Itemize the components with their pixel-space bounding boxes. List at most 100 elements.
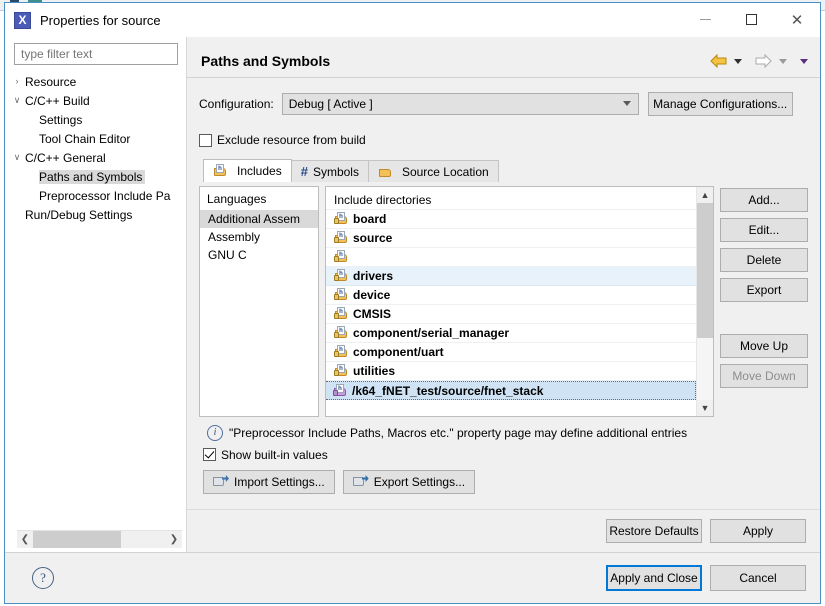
languages-list[interactable]: Languages Additional Assem Assembly GNU …: [199, 186, 319, 417]
scroll-thumb[interactable]: [697, 203, 713, 338]
delete-button[interactable]: Delete: [720, 248, 808, 272]
export-button[interactable]: Export: [720, 278, 808, 302]
include-row-label: utilities: [353, 364, 396, 378]
include-folder-icon: h: [334, 269, 349, 283]
include-row-label: CMSIS: [353, 307, 392, 321]
include-row-label: component/serial_manager: [353, 326, 510, 340]
minimize-button[interactable]: [682, 3, 728, 36]
include-row[interactable]: h device: [326, 286, 696, 305]
edit-button[interactable]: Edit...: [720, 218, 808, 242]
sidebar-item-label: C/C++ Build: [25, 93, 90, 108]
import-icon: [213, 475, 229, 488]
sidebar-item-preprocessor-include-paths[interactable]: Preprocessor Include Pa: [5, 186, 186, 205]
export-icon: [352, 475, 369, 488]
close-button[interactable]: ✕: [774, 3, 820, 36]
help-icon[interactable]: ?: [32, 567, 54, 589]
page-header: Paths and Symbols: [187, 37, 820, 78]
sidebar-item-cpp-build[interactable]: ∨ C/C++ Build: [5, 91, 186, 110]
minimize-icon: [699, 19, 711, 20]
maximize-button[interactable]: [728, 3, 774, 36]
filter-input[interactable]: [14, 43, 178, 65]
cancel-button[interactable]: Cancel: [710, 565, 806, 591]
scroll-right-icon[interactable]: ❯: [166, 531, 182, 548]
sidebar-item-run-debug-settings[interactable]: Run/Debug Settings: [5, 205, 186, 224]
filter-wrapper: [5, 37, 186, 69]
dialog-footer: ? Apply and Close Cancel: [5, 552, 820, 603]
include-list-scrollbar[interactable]: ▲ ▼: [696, 187, 713, 416]
sidebar-item-cpp-general[interactable]: ∨ C/C++ General: [5, 148, 186, 167]
scroll-thumb[interactable]: [33, 531, 121, 548]
scroll-up-icon[interactable]: ▲: [697, 187, 713, 203]
back-arrow-svg: [709, 54, 726, 68]
include-directories-header: Include directories: [326, 190, 696, 210]
title-bar: X Properties for source ✕: [5, 3, 820, 37]
language-item[interactable]: Assembly: [200, 228, 318, 246]
include-actions: Add... Edit... Delete Export Move Up Mov…: [720, 186, 808, 417]
move-up-button[interactable]: Move Up: [720, 334, 808, 358]
sidebar-item-label: Tool Chain Editor: [39, 131, 131, 146]
forward-arrow-svg: [755, 54, 772, 68]
include-row[interactable]: h source: [326, 229, 696, 248]
include-folder-icon: h: [334, 231, 349, 245]
show-builtin-label: Show built-in values: [221, 447, 328, 462]
include-row[interactable]: h component/uart: [326, 343, 696, 362]
scroll-down-icon[interactable]: ▼: [697, 399, 713, 416]
include-directories-box: Include directories h board h source h h…: [325, 186, 714, 417]
include-directories-list[interactable]: Include directories h board h source h h…: [326, 187, 696, 416]
scroll-left-icon[interactable]: ❮: [17, 531, 33, 548]
language-item[interactable]: GNU C: [200, 246, 318, 264]
tab-label: Symbols: [312, 164, 359, 179]
include-folder-icon: h: [334, 345, 349, 359]
add-button[interactable]: Add...: [720, 188, 808, 212]
restore-defaults-button[interactable]: Restore Defaults: [606, 519, 702, 543]
apply-bar: Restore Defaults Apply: [187, 509, 820, 552]
settings-sidebar: › Resource ∨ C/C++ Build Settings Tool C…: [5, 37, 187, 552]
sidebar-horizontal-scrollbar[interactable]: ❮ ❯: [17, 530, 182, 548]
include-row-label: component/uart: [353, 345, 444, 359]
show-builtin-checkbox[interactable]: [203, 448, 216, 461]
exclude-resource-row[interactable]: Exclude resource from build: [199, 133, 808, 147]
exclude-resource-checkbox[interactable]: [199, 133, 212, 147]
back-arrow-icon[interactable]: [707, 51, 729, 71]
configuration-select[interactable]: Debug [ Active ]: [281, 93, 639, 115]
includes-tab-content: Languages Additional Assem Assembly GNU …: [199, 182, 808, 417]
include-row[interactable]: h CMSIS: [326, 305, 696, 324]
chevron-right-icon[interactable]: ›: [9, 77, 25, 86]
chevron-down-icon[interactable]: ∨: [9, 153, 25, 162]
language-item[interactable]: Additional Assem: [200, 210, 318, 228]
apply-and-close-button[interactable]: Apply and Close: [606, 565, 702, 591]
tab-symbols[interactable]: # Symbols: [290, 160, 369, 182]
tab-includes[interactable]: h Includes: [203, 159, 292, 182]
languages-header: Languages: [207, 192, 267, 206]
view-menu-button[interactable]: [797, 51, 810, 71]
window-title: Properties for source: [40, 12, 161, 28]
include-row[interactable]: h component/serial_manager: [326, 324, 696, 343]
sidebar-item-settings[interactable]: Settings: [5, 110, 186, 129]
include-row[interactable]: h board: [326, 210, 696, 229]
settings-buttons-row: Import Settings... Export Settings...: [199, 469, 808, 494]
include-row[interactable]: h utilities: [326, 362, 696, 381]
include-row-label: device: [353, 288, 391, 302]
sidebar-item-resource[interactable]: › Resource: [5, 72, 186, 91]
manage-configurations-button[interactable]: Manage Configurations...: [647, 92, 793, 116]
back-dropdown-button[interactable]: [731, 51, 744, 71]
window-controls: ✕: [682, 3, 820, 36]
export-settings-button[interactable]: Export Settings...: [342, 469, 476, 494]
scroll-track[interactable]: [33, 531, 166, 548]
include-row[interactable]: h /k64_fNET_test/source/fnet_stack: [326, 381, 696, 400]
chevron-down-icon[interactable]: ∨: [9, 96, 25, 105]
tab-source-location[interactable]: Source Location: [367, 160, 499, 182]
include-row[interactable]: h drivers: [326, 267, 696, 286]
sidebar-item-label: C/C++ General: [25, 150, 106, 165]
apply-button[interactable]: Apply: [710, 519, 806, 543]
exclude-resource-label: Exclude resource from build: [217, 133, 366, 147]
include-folder-icon: h: [334, 326, 349, 340]
navigation-arrows: [707, 51, 810, 71]
import-settings-button[interactable]: Import Settings...: [203, 469, 335, 494]
sidebar-item-tool-chain-editor[interactable]: Tool Chain Editor: [5, 129, 186, 148]
show-builtin-row[interactable]: Show built-in values: [199, 448, 808, 462]
tab-label: Source Location: [401, 164, 489, 179]
sidebar-item-paths-and-symbols[interactable]: Paths and Symbols: [5, 167, 186, 186]
scroll-track[interactable]: [697, 203, 713, 400]
include-row[interactable]: h: [326, 248, 696, 267]
